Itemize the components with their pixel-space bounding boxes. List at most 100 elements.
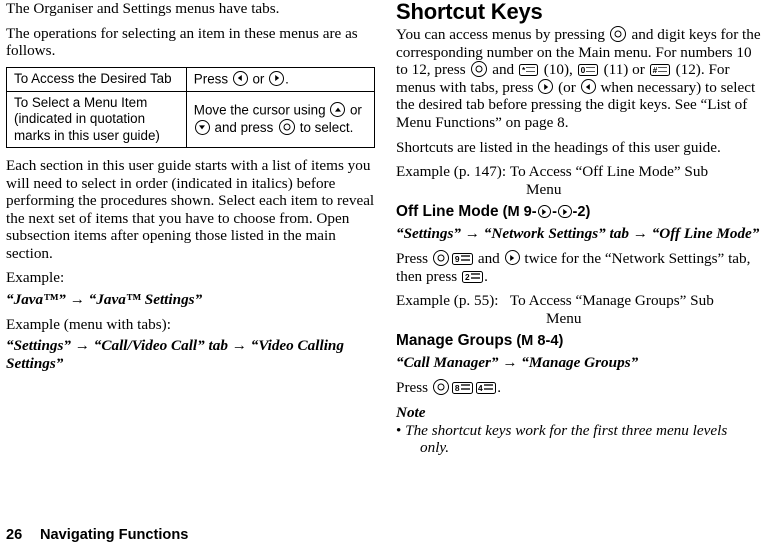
page-footer: 26 Navigating Functions [6, 526, 188, 544]
example-2-block: Example (p. 55): To Access “Manage Group… [396, 292, 761, 327]
right-column: Shortcut Keys You can access menus by pr… [396, 0, 761, 457]
key-lines [460, 383, 471, 392]
press-text: twice for the “Network Settings” tab, th… [396, 249, 751, 285]
example-1-block: Example (p. 147): To Access “Off Line Mo… [396, 163, 761, 198]
key-zero-icon: 0 [578, 64, 599, 77]
note-title: Note [396, 403, 426, 421]
press-text: Press [396, 249, 432, 267]
section-heading-off-line-mode: Off Line Mode (M 9- - -2) [396, 203, 761, 221]
intro-text: (10), [539, 61, 577, 79]
nav-right-icon [558, 204, 572, 219]
key-lines [460, 254, 471, 263]
shortcut-text: - [552, 204, 558, 221]
example-2-line2: Menu [546, 309, 582, 327]
table-row: To Select a Menu Item (indicated in quot… [6, 90, 376, 148]
example-path-1: “Java™” → “Java™ Settings” [6, 291, 203, 309]
shortcut-keys-intro: You can access menus by pressing and dig… [396, 26, 761, 132]
section-title: Manage Groups [396, 332, 513, 350]
centre-select-icon [470, 61, 487, 78]
centre-select-icon [610, 26, 627, 42]
instruction-text: Press [193, 71, 232, 87]
instruction-text: or [346, 102, 362, 118]
key-2-icon: 2 [462, 270, 483, 283]
section-shortcut: (M 8-4) [516, 333, 564, 350]
table-row: To Access the Desired Tab Press or . [6, 66, 376, 92]
nav-right-icon [269, 70, 285, 86]
press-text: . [484, 267, 488, 285]
intro-text: You can access menus by pressing [396, 26, 609, 43]
key-digit: 2 [464, 271, 470, 282]
key-lines [586, 65, 596, 74]
key-digit: * [521, 65, 526, 76]
table-cell-instruction: Press or . [185, 66, 376, 92]
nav-down-icon [194, 119, 210, 135]
press-text: and [474, 249, 504, 267]
nav-right-icon [537, 204, 552, 219]
nav-left-icon [232, 70, 248, 86]
nav-right-icon [504, 250, 520, 266]
section-1-menu-path: “Settings” → “Network Settings” tab → “O… [396, 225, 760, 243]
note-bullet-item: • The shortcut keys work for the first t… [396, 422, 761, 440]
instruction-text: and press [210, 120, 278, 136]
key-digit: 0 [580, 65, 586, 76]
key-star-icon: * [519, 64, 539, 77]
key-digit: 4 [478, 382, 483, 393]
example-1-label: Example (p. 147): [396, 163, 507, 181]
example-2-line1: To Access “Manage Groups” Sub [509, 292, 714, 310]
intro-paragraph-1: The Organiser and Settings menus have ta… [6, 0, 280, 17]
example-label-1: Example: [6, 269, 65, 287]
key-digit: # [652, 65, 658, 76]
key-hash-icon: # [650, 64, 671, 77]
nav-left-icon [580, 79, 596, 95]
section-2-menu-path: “Call Manager” → “Manage Groups” [396, 354, 639, 372]
intro-paragraph-2: The operations for selecting an item in … [6, 24, 358, 60]
centre-select-icon [433, 249, 450, 266]
nav-up-icon [330, 102, 346, 118]
section-title: Off Line Mode [396, 203, 499, 221]
example-1-line2: Menu [526, 180, 562, 198]
example-2-label: Example (p. 55): [396, 292, 499, 310]
key-lines [483, 383, 494, 392]
key-lines [470, 272, 481, 281]
section-description-paragraph: Each section in this user guide starts w… [6, 156, 375, 262]
key-digit: 9 [454, 253, 460, 264]
footer-section-title: Navigating Functions [40, 527, 189, 543]
note-bullet-item-continued: only. [420, 439, 450, 457]
example-1-line1: To Access “Off Line Mode” Sub [509, 163, 709, 181]
key-9-icon: 9 [452, 252, 473, 265]
intro-text: and [488, 61, 518, 79]
key-lines [526, 65, 536, 74]
page-title: Shortcut Keys [396, 0, 543, 24]
key-digit: 8 [454, 382, 460, 393]
shortcut-text: -2) [572, 204, 591, 221]
intro-text: (11) or [599, 61, 649, 79]
key-lines [658, 65, 668, 74]
nav-right-icon [538, 79, 554, 95]
menu-operations-table: To Access the Desired Tab Press or . To … [6, 66, 376, 148]
press-text: . [497, 378, 502, 396]
bullet-icon: • [396, 421, 402, 439]
section-1-press-instruction: Press 9 and twice for the “Network Setti… [396, 249, 761, 285]
note-text: The shortcut keys work for the first thr… [405, 421, 728, 439]
example-path-2: “Settings” → “Call/Video Call” tab → “Vi… [6, 337, 344, 372]
shortcut-text: (M 9- [502, 204, 537, 221]
table-cell-action: To Select a Menu Item (indicated in quot… [6, 90, 187, 148]
section-shortcut: (M 9- - -2) [503, 204, 591, 220]
table-cell-instruction: Move the cursor using or and press to se… [185, 90, 376, 148]
intro-text: (or [554, 78, 580, 96]
instruction-text: . [285, 71, 289, 87]
shortcuts-listed-note: Shortcuts are listed in the headings of … [396, 138, 721, 156]
table-cell-action: To Access the Desired Tab [6, 66, 187, 92]
example-1-row: Example (p. 147): To Access “Off Line Mo… [396, 163, 761, 181]
centre-select-icon [278, 119, 295, 136]
example-label-2: Example (menu with tabs): [6, 315, 171, 333]
left-column: The Organiser and Settings menus have ta… [6, 0, 376, 379]
section-2-press-instruction: Press 8 4. [396, 378, 761, 397]
page-number: 26 [6, 527, 23, 543]
section-heading-manage-groups: Manage Groups (M 8-4) [396, 332, 761, 350]
centre-select-icon [433, 378, 450, 395]
key-8-icon: 8 [452, 381, 473, 394]
instruction-text: Move the cursor using [193, 102, 330, 118]
instruction-text: or [248, 71, 269, 87]
manual-page: The Organiser and Settings menus have ta… [0, 0, 765, 552]
